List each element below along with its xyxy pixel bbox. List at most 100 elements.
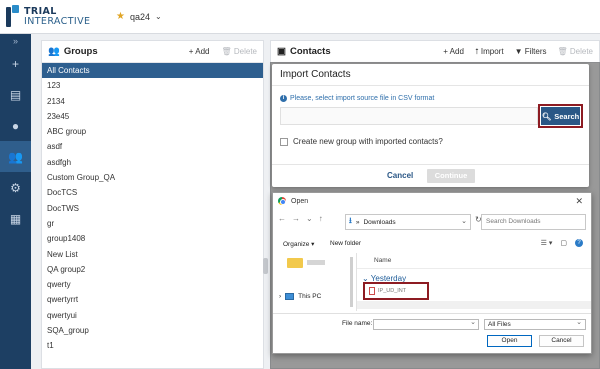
contact-card-icon: ▣ [277, 46, 286, 57]
groups-title: Groups [63, 46, 98, 57]
address-bar[interactable]: ⭳ » Downloads ⌄ [345, 214, 471, 230]
list-row [357, 301, 591, 309]
expand-chevron-icon[interactable]: › [279, 293, 281, 300]
groups-header: 👥 Groups + Add 🗑 Delete [42, 41, 263, 63]
open-button[interactable]: Open [487, 335, 532, 347]
blurred-folder-label [307, 260, 325, 265]
panel-resize-handle[interactable] [263, 258, 268, 274]
info-icon: i [280, 95, 287, 102]
organize-button[interactable]: Organize ▾ [283, 240, 314, 248]
group-item[interactable]: 2134 [42, 94, 263, 109]
create-group-checkbox[interactable] [280, 137, 288, 146]
column-header-name[interactable]: Name [374, 257, 391, 264]
nav-scrollbar[interactable] [350, 257, 353, 307]
add-group-button[interactable]: + Add [189, 47, 210, 56]
file-name-input[interactable] [373, 318, 479, 330]
group-item[interactable]: qwertyrrt [42, 292, 263, 307]
group-item[interactable]: asdf [42, 139, 263, 154]
group-item[interactable]: ABC group [42, 124, 263, 139]
group-item-all-contacts[interactable]: All Contacts [42, 63, 263, 79]
group-item[interactable]: DocTWS [42, 201, 263, 216]
search-button[interactable]: 🔍︎ Search [538, 104, 583, 128]
this-pc-label: This PC [298, 293, 322, 300]
groups-panel: 👥 Groups + Add 🗑 Delete All Contacts 123… [41, 40, 264, 369]
group-item[interactable]: 123 [42, 78, 263, 93]
circle-icon[interactable]: ● [0, 110, 31, 141]
users-icon[interactable]: 👥 [0, 141, 31, 172]
star-icon[interactable]: ★ [116, 11, 125, 22]
delete-contact-button[interactable]: 🗑 Delete [557, 47, 593, 57]
group-item[interactable]: 23e45 [42, 109, 263, 124]
contacts-header: ▣ Contacts + Add ⭡ Import ▼ Filters 🗑 De… [271, 41, 599, 63]
search-downloads-input[interactable]: Search Downloads [481, 214, 586, 230]
group-item[interactable]: group1408 [42, 231, 263, 246]
filters-button[interactable]: ▼ Filters [515, 47, 547, 57]
group-item[interactable]: t1 [42, 338, 263, 353]
dialog-title: Open [291, 197, 309, 205]
side-nav: » + ▤ ● 👥 ⚙ ▦ [0, 34, 31, 369]
group-item[interactable]: qwertyui [42, 308, 263, 323]
this-pc-item[interactable]: › This PC [279, 293, 321, 300]
help-icon[interactable]: ? [575, 239, 583, 247]
preview-pane-icon[interactable]: ▢ [560, 239, 567, 247]
view-options-icon[interactable]: ☰ ▾ [541, 239, 553, 247]
plus-icon[interactable]: + [0, 48, 31, 79]
group-item[interactable]: gr [42, 216, 263, 231]
group-item[interactable]: Custom Group_QA [42, 170, 263, 185]
recent-dropdown-icon[interactable]: ⌄ [306, 214, 313, 223]
group-item[interactable]: qwerty [42, 277, 263, 292]
file-type-select[interactable]: All Files [484, 318, 586, 330]
continue-button[interactable]: Continue [427, 169, 475, 183]
navigation-pane: › This PC [273, 253, 355, 311]
chevron-down-icon[interactable]: ⌄ [155, 12, 162, 21]
table-icon[interactable]: ▦ [0, 203, 31, 234]
modal-footer: Cancel Continue [272, 164, 589, 187]
import-button[interactable]: ⭡ Import [475, 47, 504, 57]
info-message: i Please, select import source file in C… [280, 95, 434, 102]
app-logo[interactable]: TRIAL INTERACTIVE [6, 5, 90, 29]
document-icon[interactable]: ▤ [0, 79, 31, 110]
csv-file-item[interactable]: IP_UD_INT [363, 282, 429, 300]
open-file-dialog: Open ✕ ← → ⌄ ↑ ⭳ » Downloads ⌄ ↻ Search … [272, 192, 592, 354]
file-path-input[interactable] [280, 107, 538, 125]
group-header-yesterday[interactable]: ⌄ Yesterday [362, 274, 406, 283]
nav-buttons: ← → ⌄ ↑ [278, 214, 323, 223]
close-icon[interactable]: ✕ [575, 196, 583, 207]
dialog-footer: File name: All Files Open Cancel [273, 313, 591, 353]
new-folder-button[interactable]: New folder [330, 240, 361, 247]
cancel-button[interactable]: Cancel [387, 171, 413, 180]
modal-title: Import Contacts [272, 64, 589, 86]
import-contacts-modal: Import Contacts i Please, select import … [272, 64, 589, 187]
download-folder-icon: ⭳ [349, 216, 352, 225]
add-contact-button[interactable]: + Add [443, 47, 464, 57]
group-item[interactable]: DocTCS [42, 185, 263, 200]
create-group-option: Create new group with imported contacts? [280, 137, 443, 146]
path-separator: » [355, 218, 360, 226]
forward-arrow-icon[interactable]: → [292, 214, 300, 223]
file-name-label: File name: [342, 320, 373, 327]
back-arrow-icon[interactable]: ← [278, 214, 286, 223]
dialog-cancel-button[interactable]: Cancel [539, 335, 584, 347]
logo-mark-icon [6, 5, 20, 29]
file-name: IP_UD_INT [378, 288, 407, 294]
gears-icon[interactable]: ⚙ [0, 172, 31, 203]
address-dropdown-icon[interactable]: ⌄ [461, 217, 467, 225]
search-label: Search [554, 111, 580, 121]
logo-line2: INTERACTIVE [24, 16, 91, 27]
file-list: Name ⌄ Yesterday IP_UD_INT [357, 253, 591, 311]
delete-group-button[interactable]: 🗑 Delete [221, 47, 257, 56]
study-selector[interactable]: ★ qa24 ⌄ [116, 11, 162, 22]
group-item[interactable]: asdfgh [42, 155, 263, 170]
group-item[interactable]: New List [42, 247, 263, 262]
collapse-nav-icon[interactable]: » [0, 34, 31, 48]
users-icon: 👥 [48, 46, 60, 57]
group-item[interactable]: QA group2 [42, 262, 263, 277]
group-item[interactable]: SQA_group [42, 323, 263, 338]
top-bar: TRIAL INTERACTIVE ★ qa24 ⌄ [0, 0, 600, 34]
up-arrow-icon[interactable]: ↑ [319, 214, 323, 223]
checkbox-label: Create new group with imported contacts? [293, 137, 443, 146]
contacts-title: Contacts [289, 46, 331, 57]
path-text: Downloads [363, 218, 396, 226]
folder-icon[interactable] [287, 258, 303, 268]
dialog-toolbar: Organize ▾ New folder ☰ ▾ ▢ ? [273, 238, 591, 251]
